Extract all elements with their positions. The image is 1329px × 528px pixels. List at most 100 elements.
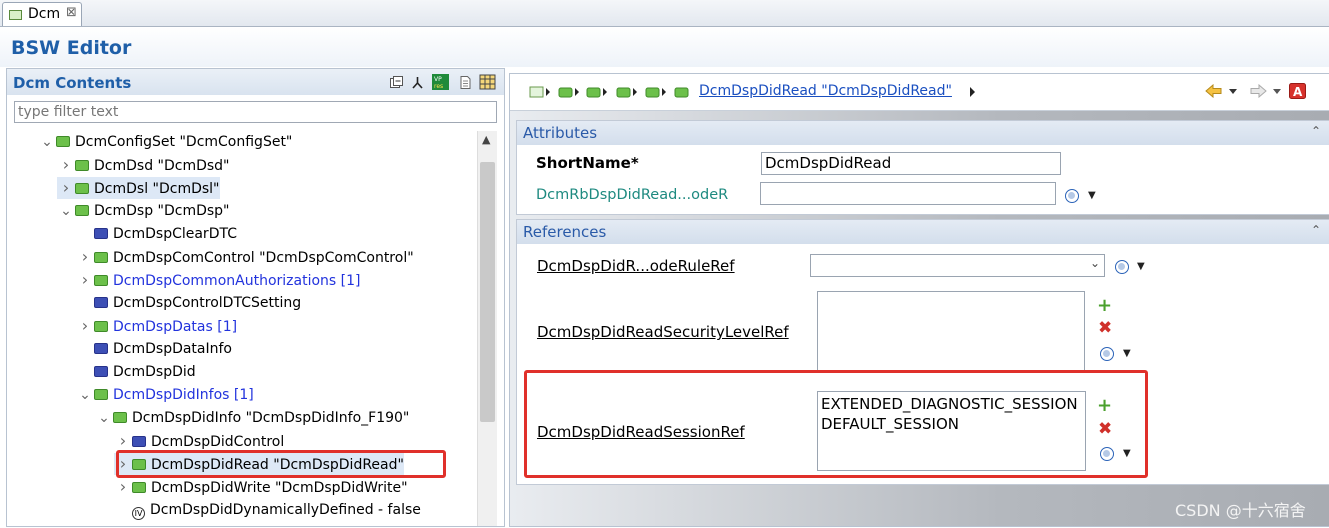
tree-item-label: DcmConfigSet "DcmConfigSet" bbox=[75, 134, 293, 150]
blue-folder-icon bbox=[94, 343, 108, 354]
chevron-right-icon[interactable]: › bbox=[76, 315, 94, 337]
contents-panel-title: Dcm Contents bbox=[13, 74, 132, 92]
contents-panel: Dcm Contents VPres ⌄ DcmConfigSet "DcmCon… bbox=[6, 68, 505, 527]
tree-item-label: DcmDspControlDTCSetting bbox=[113, 295, 302, 311]
security-level-ref-label[interactable]: DcmDspDidReadSecurityLevelRef bbox=[537, 323, 789, 341]
tree-item[interactable]: › DcmDspComControl "DcmDspComControl" bbox=[76, 246, 414, 268]
tree-item[interactable]: › DcmDsl "DcmDsl" bbox=[57, 177, 220, 199]
breadcrumb-current-link[interactable]: DcmDspDidRead "DcmDspDidRead" bbox=[699, 83, 952, 99]
tree-item[interactable]: ·IV DcmDspDidDynamicallyDefined - false bbox=[114, 499, 421, 521]
tree-scrollbar[interactable]: ▲ bbox=[477, 131, 497, 526]
green-folder-icon bbox=[75, 205, 89, 216]
scrollbar-thumb[interactable] bbox=[480, 162, 495, 422]
forward-arrow-icon[interactable] bbox=[1249, 84, 1267, 98]
back-arrow-icon[interactable] bbox=[1205, 84, 1223, 98]
tree-item-label: DcmDspDatas [1] bbox=[113, 319, 238, 335]
vp-res-icon[interactable]: VPres bbox=[432, 74, 449, 90]
add-icon[interactable]: + bbox=[1097, 297, 1112, 315]
back-dropdown-icon[interactable] bbox=[1228, 88, 1238, 95]
chevron-down-icon[interactable]: ⌄ bbox=[1090, 256, 1100, 270]
chevron-right-icon: · bbox=[114, 500, 132, 522]
references-section-title: References bbox=[523, 223, 607, 241]
autosar-a-icon[interactable]: A bbox=[1289, 83, 1306, 99]
breadcrumb-next-chevron-icon[interactable] bbox=[969, 86, 977, 98]
security-level-ref-list[interactable] bbox=[817, 291, 1085, 373]
svg-text:VP: VP bbox=[434, 76, 442, 83]
options-dropdown-icon[interactable]: ▼ bbox=[1088, 190, 1096, 201]
tree-item[interactable]: › DcmDspDidControl bbox=[114, 430, 284, 452]
tree-filter-input[interactable] bbox=[14, 101, 497, 123]
green-folder-icon bbox=[75, 183, 89, 194]
tree-item-label: DcmDspCommonAuthorizations [1] bbox=[113, 273, 361, 289]
rb-coderule-ref-input[interactable] bbox=[760, 182, 1056, 205]
blue-folder-icon bbox=[132, 436, 146, 447]
collapse-section-icon[interactable]: ⌃ bbox=[1311, 124, 1321, 138]
attributes-section: Attributes ⌃ ShortName* DcmDspDidRead Dc… bbox=[516, 120, 1329, 215]
tree-item-label: DcmDsd "DcmDsd" bbox=[94, 158, 230, 174]
options-dropdown-icon[interactable]: ▼ bbox=[1137, 261, 1145, 272]
collapse-section-icon[interactable]: ⌃ bbox=[1311, 223, 1321, 237]
options-dropdown-icon[interactable]: ▼ bbox=[1123, 348, 1131, 359]
document-icon[interactable] bbox=[458, 75, 473, 90]
tree-item[interactable]: · DcmDspDid bbox=[76, 361, 196, 383]
tree-item-label: DcmDspClearDTC bbox=[113, 226, 237, 242]
collapse-all-icon[interactable] bbox=[389, 75, 404, 90]
highlight-box-session-ref bbox=[524, 370, 1148, 478]
tree-item[interactable]: · DcmDspDataInfo bbox=[76, 338, 232, 360]
tree-item[interactable]: › DcmDspCommonAuthorizations [1] bbox=[76, 269, 361, 291]
green-folder-icon bbox=[113, 412, 127, 423]
clear-value-icon[interactable] bbox=[1100, 347, 1114, 361]
forward-dropdown-icon[interactable] bbox=[1272, 88, 1282, 95]
editor-header: BSW Editor bbox=[0, 27, 1329, 67]
attributes-section-title: Attributes bbox=[523, 124, 598, 142]
tree-item[interactable]: › DcmDsd "DcmDsd" bbox=[57, 154, 230, 176]
scroll-up-icon[interactable]: ▲ bbox=[482, 133, 490, 146]
watermark: CSDN @十六宿舍 bbox=[1175, 501, 1306, 520]
tree-item[interactable]: ⌄ DcmDspDidInfos [1] bbox=[76, 384, 254, 406]
chevron-right-icon[interactable]: › bbox=[57, 154, 75, 176]
clear-value-icon[interactable] bbox=[1115, 260, 1129, 274]
tree-item[interactable]: ⌄ DcmDsp "DcmDsp" bbox=[57, 200, 229, 222]
chevron-down-icon[interactable]: ⌄ bbox=[38, 131, 56, 153]
chevron-right-icon[interactable]: › bbox=[57, 177, 75, 199]
parameter-icon: IV bbox=[132, 507, 145, 520]
tree-item-label: DcmDspComControl "DcmDspComControl" bbox=[113, 250, 414, 266]
shortname-input[interactable]: DcmDspDidRead bbox=[761, 152, 1061, 175]
rule-ref-combobox[interactable]: ⌄ bbox=[810, 254, 1105, 277]
chevron-right-icon: · bbox=[76, 339, 94, 361]
clear-value-icon[interactable] bbox=[1065, 189, 1079, 203]
chevron-right-icon: · bbox=[76, 293, 94, 315]
grid-view-icon[interactable] bbox=[479, 74, 496, 90]
chevron-right-icon: · bbox=[76, 362, 94, 384]
green-folder-icon bbox=[94, 252, 108, 263]
tree-item-label: DcmDspDidDynamicallyDefined - false bbox=[150, 502, 421, 518]
svg-text:res: res bbox=[434, 83, 443, 90]
rule-ref-label[interactable]: DcmDspDidR...odeRuleRef bbox=[537, 257, 735, 275]
chevron-down-icon[interactable]: ⌄ bbox=[76, 384, 94, 406]
chevron-right-icon[interactable]: › bbox=[76, 269, 94, 291]
tab-dcm[interactable]: Dcm ⊠ bbox=[2, 2, 82, 26]
close-icon[interactable]: ⊠ bbox=[66, 5, 77, 20]
tree-item-label: DcmDspDid bbox=[113, 364, 196, 380]
tree-item[interactable]: › DcmDspDidWrite "DcmDspDidWrite" bbox=[114, 476, 408, 498]
tree-item[interactable]: · DcmDspControlDTCSetting bbox=[76, 292, 301, 314]
hierarchy-icon[interactable] bbox=[410, 75, 425, 90]
tree-item[interactable]: ⌄ DcmConfigSet "DcmConfigSet" bbox=[38, 131, 292, 153]
references-section-header[interactable]: References ⌃ bbox=[517, 220, 1329, 244]
chevron-right-icon[interactable]: › bbox=[114, 476, 132, 498]
green-folder-icon bbox=[56, 136, 70, 147]
tree-item-label: DcmDspDidInfos [1] bbox=[113, 387, 254, 403]
chevron-right-icon[interactable]: › bbox=[76, 246, 94, 268]
remove-icon[interactable]: ✖ bbox=[1098, 320, 1112, 337]
breadcrumb-path-icons[interactable] bbox=[529, 86, 689, 98]
attributes-section-header[interactable]: Attributes ⌃ bbox=[517, 121, 1329, 145]
chevron-down-icon[interactable]: ⌄ bbox=[57, 200, 75, 222]
chevron-right-icon[interactable]: › bbox=[114, 430, 132, 452]
tree-item[interactable]: · DcmDspClearDTC bbox=[76, 223, 237, 245]
contents-panel-header: Dcm Contents VP res bbox=[7, 69, 504, 95]
blue-folder-icon bbox=[94, 228, 108, 239]
tree-item[interactable]: ⌄ DcmDspDidInfo "DcmDspDidInfo_F190" bbox=[95, 407, 409, 429]
tree-item[interactable]: › DcmDspDatas [1] bbox=[76, 315, 237, 337]
tree-item-label: DcmDspDidInfo "DcmDspDidInfo_F190" bbox=[132, 410, 410, 426]
chevron-down-icon[interactable]: ⌄ bbox=[95, 407, 113, 429]
